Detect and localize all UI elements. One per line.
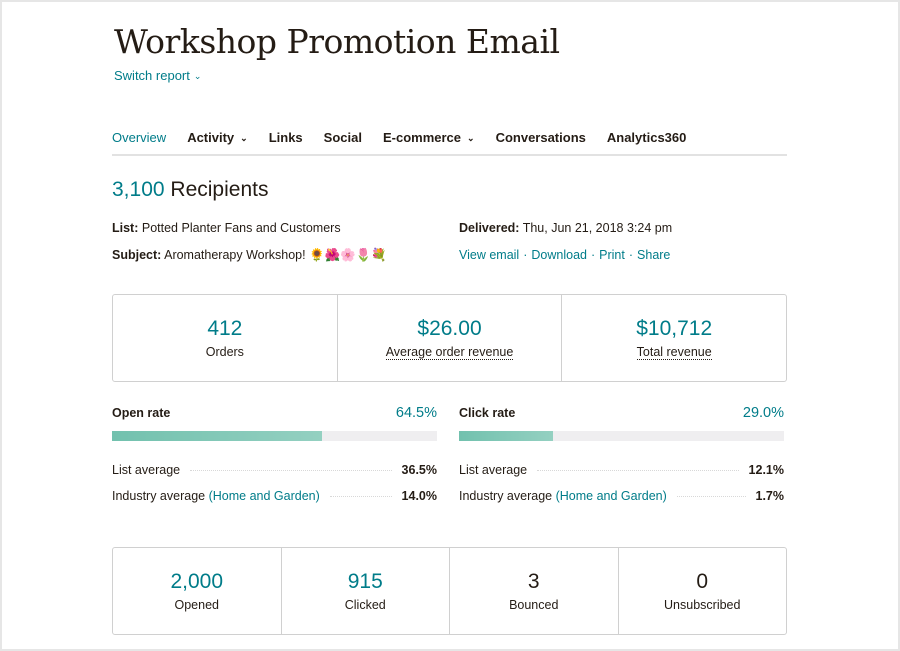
total-revenue-value: $10,712 <box>636 316 713 340</box>
industry-link[interactable]: (Home and Garden) <box>209 489 320 503</box>
separator: · <box>628 248 634 262</box>
orders-label: Orders <box>205 345 244 359</box>
open-rate-bar-fill <box>112 431 322 441</box>
opened-label: Opened <box>174 598 219 612</box>
chevron-down-icon: ⌄ <box>193 71 202 81</box>
industry-average-value: 1.7% <box>755 489 785 503</box>
separator: · <box>523 248 528 262</box>
list-value: Potted Planter Fans and Customers <box>141 221 341 235</box>
engagement-stats: 2,000 Opened 915 Clicked 3 Bounced 0 Uns… <box>112 547 787 635</box>
tab-label: Overview <box>112 130 167 145</box>
click-rate-label: Click rate <box>459 406 516 420</box>
chevron-down-icon: ⌄ <box>467 133 475 143</box>
dotted-leader <box>329 496 392 497</box>
bounced-label: Bounced <box>509 598 559 612</box>
print-link[interactable]: Print <box>599 248 625 262</box>
list-average-label: List average <box>112 463 181 477</box>
open-rate-panel: Open rate 64.5% List average 36.5% Indus… <box>112 405 437 515</box>
subject-info: Subject: Aromatherapy Workshop! 🌻🌺🌸🌷💐 <box>112 248 387 263</box>
recipients-label: Recipients <box>170 178 269 201</box>
delivered-value: Thu, Jun 21, 2018 3:24 pm <box>522 221 673 235</box>
open-rate-bar <box>112 431 437 441</box>
total-revenue-label[interactable]: Total revenue <box>636 345 712 360</box>
industry-average-label: Industry average <box>459 489 553 503</box>
orders-value: 412 <box>207 317 243 340</box>
chevron-down-icon: ⌄ <box>240 133 248 143</box>
bounced-value: 3 <box>527 570 540 593</box>
click-industry-average-row: Industry average (Home and Garden) 1.7% <box>459 489 784 515</box>
recipients-heading: 3,100 Recipients <box>112 178 268 202</box>
click-rate-bar-fill <box>459 431 554 441</box>
dotted-leader <box>190 470 392 471</box>
email-actions: View email · Download · Print · Share <box>459 248 670 262</box>
open-rate-label: Open rate <box>112 406 171 420</box>
tab-overview[interactable]: Overview <box>112 128 166 154</box>
subject-value: Aromatherapy Workshop! 🌻🌺🌸🌷💐 <box>164 248 387 262</box>
total-revenue-card: $10,712 Total revenue <box>562 295 786 381</box>
report-tabs: Overview Activity ⌄ Links Social E-commer… <box>112 128 787 156</box>
view-email-link[interactable]: View email <box>459 248 519 262</box>
industry-average-label: Industry average <box>112 489 206 503</box>
open-rate-value: 64.5% <box>395 405 437 421</box>
list-average-value: 12.1% <box>748 463 784 477</box>
ecommerce-stats: 412 Orders $26.00 Average order revenue … <box>112 294 787 382</box>
average-order-revenue-value: $26.00 <box>417 316 482 340</box>
tab-ecommerce[interactable]: E-commerce ⌄ <box>383 128 475 154</box>
tab-links[interactable]: Links <box>269 128 303 154</box>
click-rate-panel: Click rate 29.0% List average 12.1% Indu… <box>459 405 784 515</box>
list-average-label: List average <box>459 463 528 477</box>
list-info: List: Potted Planter Fans and Customers <box>112 221 341 235</box>
bounced-card[interactable]: 3 Bounced <box>450 548 619 634</box>
tab-label: Conversations <box>495 130 586 145</box>
switch-report-button[interactable]: Switch report ⌄ <box>114 68 201 83</box>
tab-analytics360[interactable]: Analytics360 <box>607 128 687 154</box>
list-average-value: 36.5% <box>401 463 437 477</box>
click-rate-value: 29.0% <box>742 405 784 421</box>
download-link[interactable]: Download <box>531 248 587 262</box>
page-title: Workshop Promotion Email <box>114 22 560 61</box>
dotted-leader <box>676 496 746 497</box>
delivered-info: Delivered: Thu, Jun 21, 2018 3:24 pm <box>459 221 672 235</box>
tab-activity[interactable]: Activity ⌄ <box>187 128 248 154</box>
switch-report-label: Switch report <box>114 68 190 83</box>
industry-link[interactable]: (Home and Garden) <box>556 489 667 503</box>
tab-label: E-commerce <box>382 130 462 145</box>
open-industry-average-row: Industry average (Home and Garden) 14.0% <box>112 489 437 515</box>
click-rate-bar <box>459 431 784 441</box>
average-order-revenue-card: $26.00 Average order revenue <box>338 295 563 381</box>
orders-card: 412 Orders <box>113 295 338 381</box>
recipients-count: 3,100 <box>112 178 165 201</box>
separator: · <box>590 248 596 262</box>
delivered-label: Delivered: <box>459 221 520 235</box>
unsubscribed-card[interactable]: 0 Unsubscribed <box>619 548 787 634</box>
tab-conversations[interactable]: Conversations <box>496 128 586 154</box>
clicked-label: Clicked <box>344 598 386 612</box>
list-label: List: <box>112 221 139 235</box>
opened-value: 2,000 <box>170 570 224 593</box>
tab-label: Links <box>268 130 303 145</box>
average-order-revenue-label[interactable]: Average order revenue <box>385 345 514 360</box>
open-list-average-row: List average 36.5% <box>112 463 437 489</box>
unsubscribed-value: 0 <box>696 570 709 593</box>
click-list-average-row: List average 12.1% <box>459 463 784 489</box>
tab-label: Analytics360 <box>606 130 687 145</box>
tab-label: Social <box>323 130 362 145</box>
subject-label: Subject: <box>112 248 162 262</box>
report-page: Workshop Promotion Email Switch report ⌄ … <box>2 2 898 649</box>
opened-card[interactable]: 2,000 Opened <box>113 548 282 634</box>
tab-label: Activity <box>187 130 235 145</box>
share-link[interactable]: Share <box>637 248 670 262</box>
clicked-card[interactable]: 915 Clicked <box>282 548 450 634</box>
tab-social[interactable]: Social <box>324 128 362 154</box>
dotted-leader <box>537 470 739 471</box>
clicked-value: 915 <box>347 570 383 593</box>
industry-average-value: 14.0% <box>401 489 437 503</box>
unsubscribed-label: Unsubscribed <box>664 598 741 612</box>
